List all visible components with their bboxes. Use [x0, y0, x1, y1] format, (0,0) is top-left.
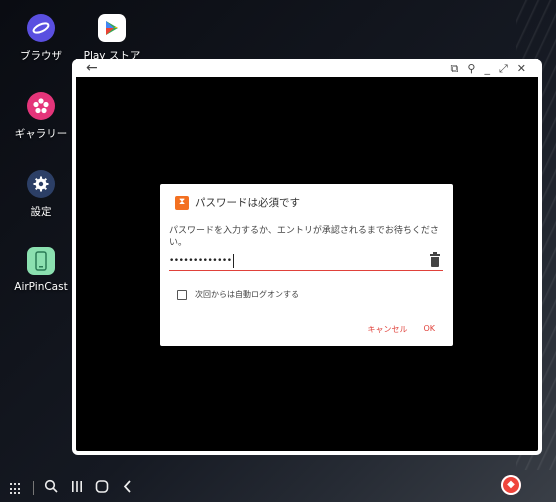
- cancel-button[interactable]: キャンセル: [367, 324, 407, 335]
- anydesk-icon[interactable]: ◆: [501, 475, 521, 495]
- app-browser[interactable]: ブラウザ: [1, 14, 81, 63]
- dialog-buttons: キャンセル OK: [367, 324, 435, 335]
- search-icon[interactable]: [44, 479, 58, 497]
- app-label: ブラウザ: [20, 50, 62, 62]
- maximize-icon[interactable]: ⤢: [499, 63, 508, 74]
- taskbar: [0, 472, 556, 502]
- home-icon[interactable]: [95, 479, 109, 497]
- close-icon[interactable]: ✕: [517, 63, 526, 74]
- app-play-store[interactable]: Play ストア: [72, 14, 152, 63]
- window-titlebar: ← ⧉ ⚲ _ ⤢ ✕: [76, 59, 538, 77]
- app-label: 設定: [30, 206, 52, 218]
- hourglass-icon: ⧗: [175, 195, 189, 210]
- trash-icon[interactable]: [430, 252, 440, 267]
- back-arrow-icon[interactable]: ←: [86, 61, 98, 75]
- auto-logon-checkbox[interactable]: [177, 289, 187, 300]
- apps-grid-icon[interactable]: [10, 483, 22, 495]
- back-icon[interactable]: [121, 479, 135, 497]
- text-caret: [232, 253, 234, 268]
- auto-logon-option[interactable]: 次回からは自動ログオンする: [177, 289, 299, 300]
- dialog-message: パスワードを入力するか、エントリが承認されるまでお待ちください。: [169, 226, 439, 248]
- app-gallery[interactable]: ギャラリー: [1, 92, 81, 141]
- gallery-icon: [27, 92, 55, 120]
- taskbar-divider: [33, 481, 34, 495]
- password-field[interactable]: •••••••••••••: [169, 251, 443, 271]
- app-settings[interactable]: 設定: [1, 170, 81, 219]
- pin-icon[interactable]: ⚲: [467, 63, 475, 74]
- minimize-icon[interactable]: _: [484, 63, 490, 74]
- snap-window-icon[interactable]: ⧉: [451, 63, 459, 74]
- dialog-header: ⧗ パスワードは必須です: [175, 195, 300, 210]
- password-dialog: ⧗ パスワードは必須です パスワードを入力するか、エントリが承認されるまでお待ち…: [160, 184, 453, 346]
- recents-icon[interactable]: [70, 479, 84, 497]
- browser-icon: [27, 14, 55, 42]
- app-label: ギャラリー: [14, 128, 68, 140]
- settings-gear-icon: [27, 170, 55, 198]
- window-controls: ⧉ ⚲ _ ⤢ ✕: [451, 63, 526, 74]
- app-airpincast[interactable]: AirPinCast: [1, 247, 81, 293]
- password-value: •••••••••••••: [169, 255, 232, 266]
- auto-logon-label: 次回からは自動ログオンする: [195, 290, 299, 299]
- dialog-title: パスワードは必須です: [195, 197, 300, 209]
- ok-button[interactable]: OK: [423, 324, 435, 335]
- airpincast-icon: [27, 247, 55, 275]
- app-label: AirPinCast: [14, 281, 68, 293]
- play-store-icon: [98, 14, 126, 42]
